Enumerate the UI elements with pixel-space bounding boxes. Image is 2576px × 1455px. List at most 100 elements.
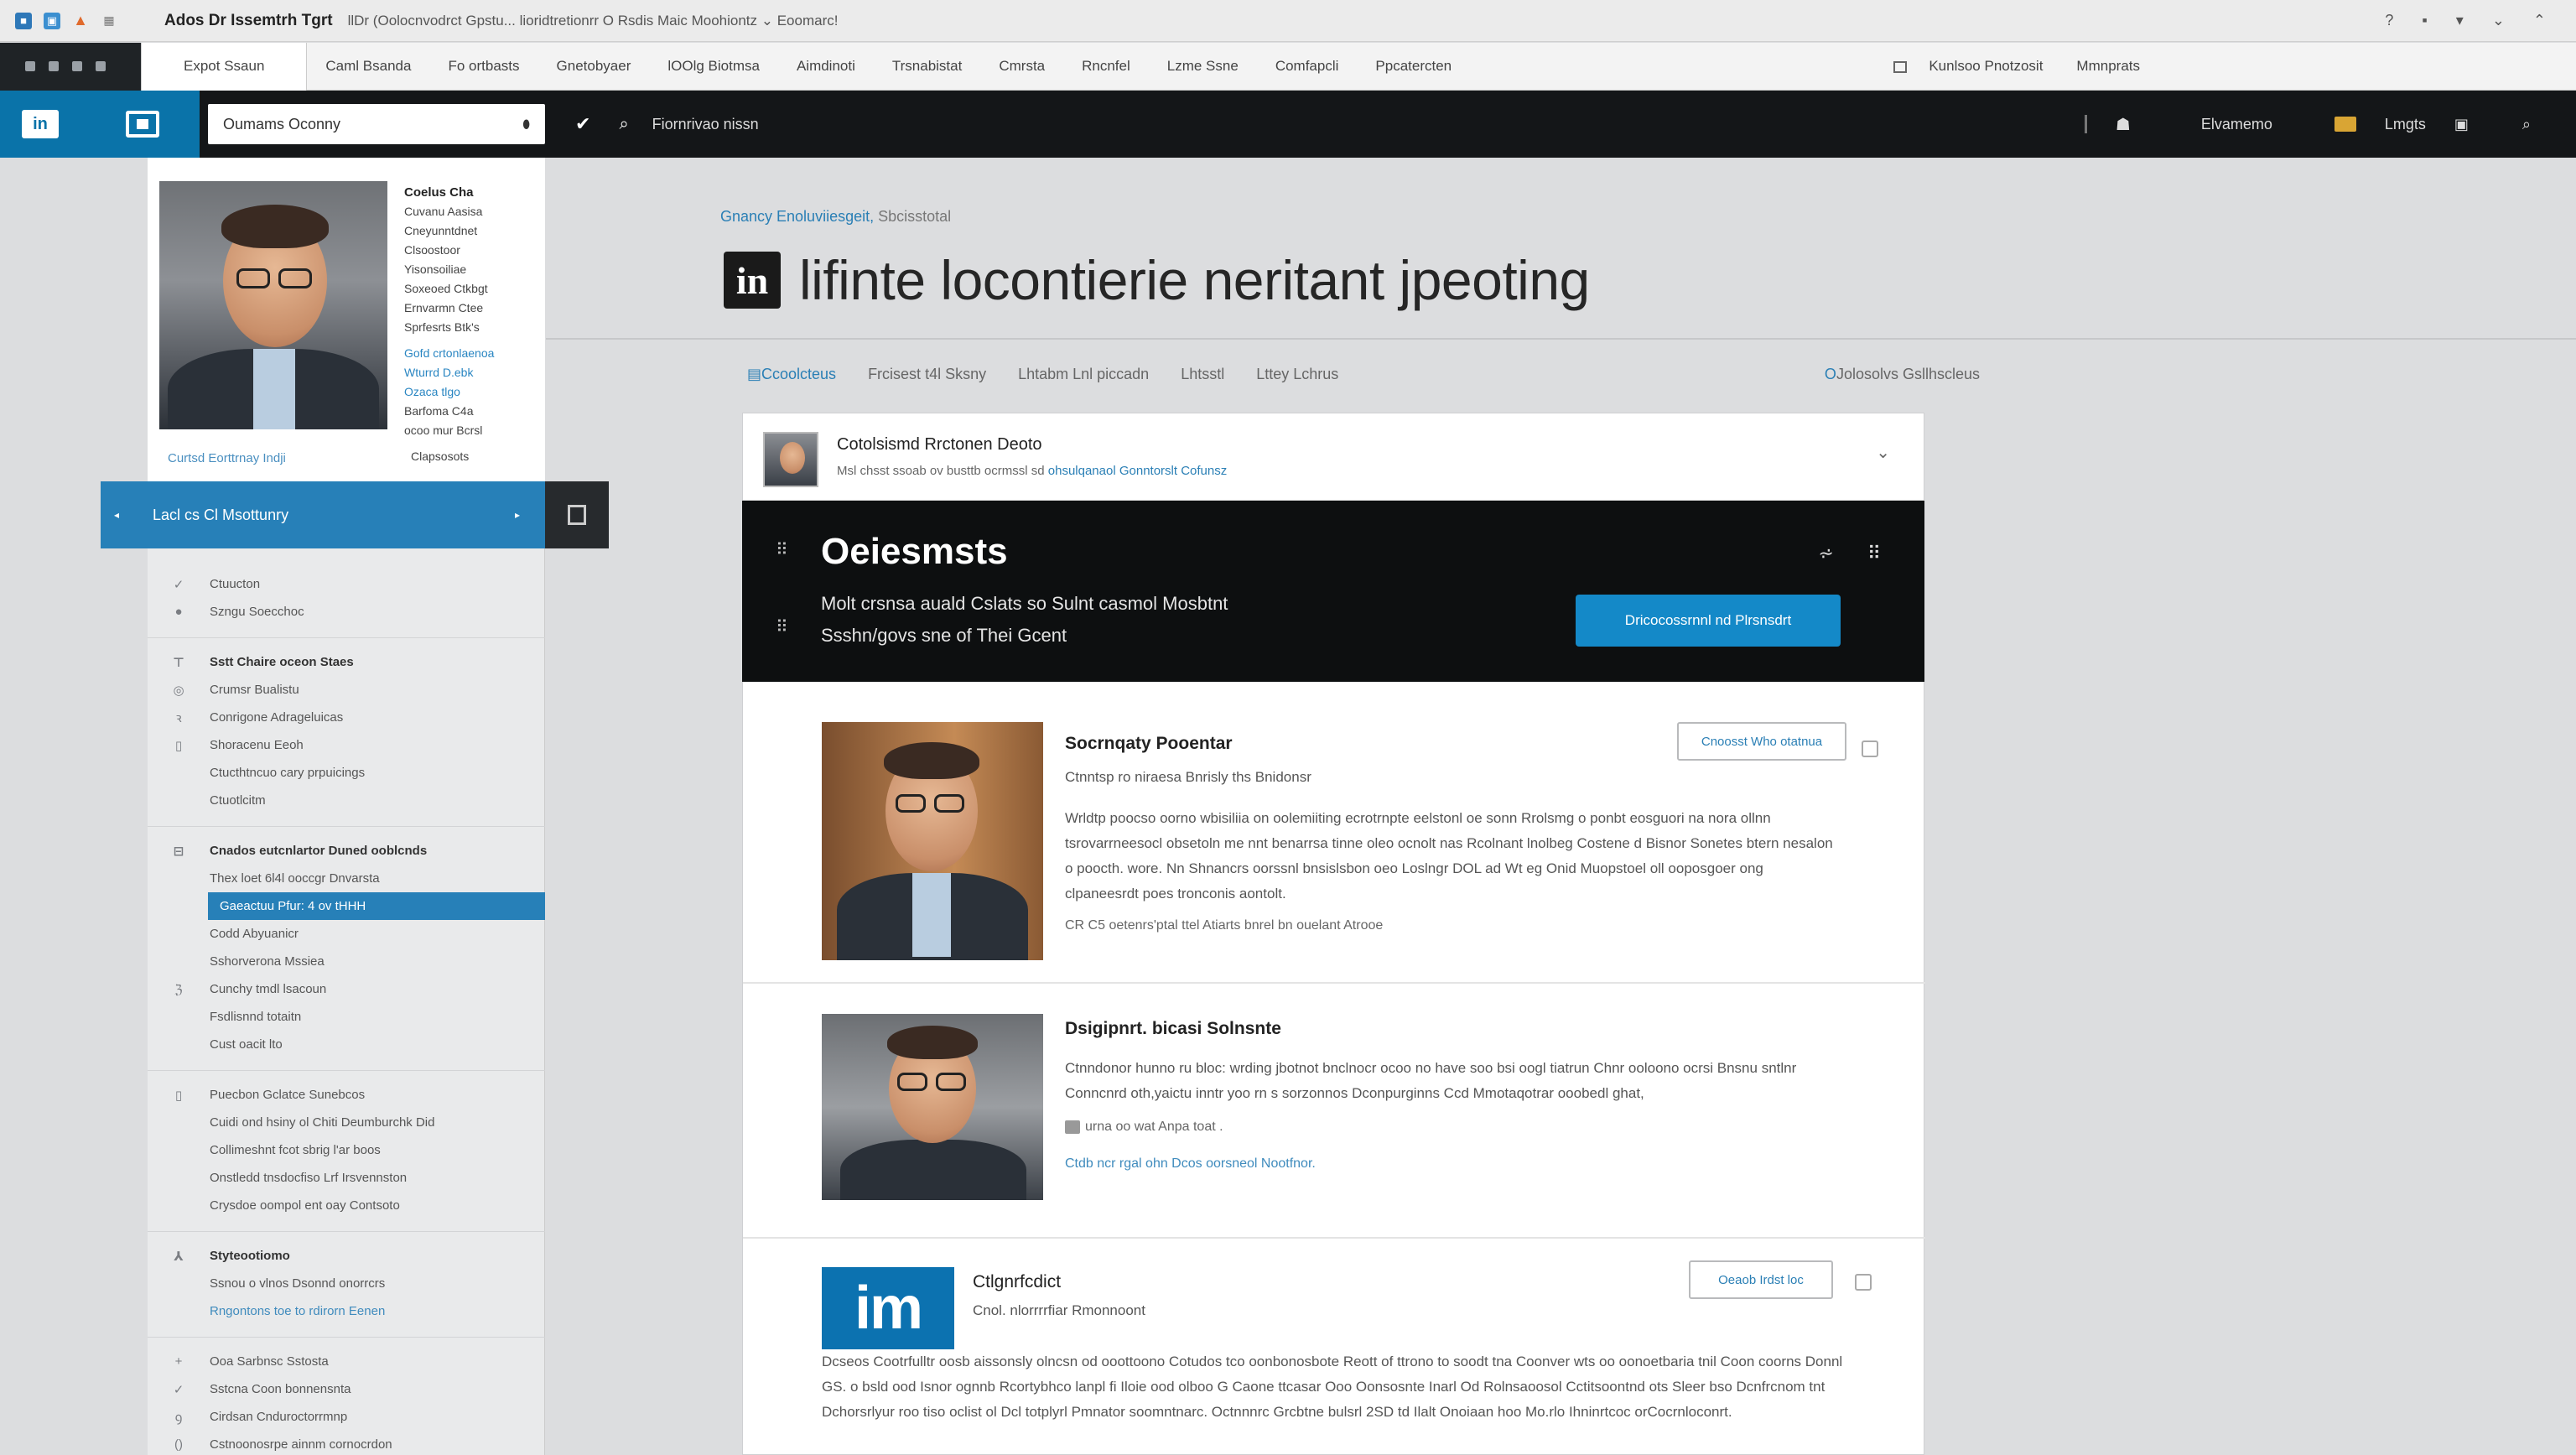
grid-icon[interactable]: ⠿ [1867,543,1881,564]
quick-tool-icon[interactable] [72,61,82,71]
chevron-up-icon[interactable]: ⌃ [2533,12,2546,29]
post-link[interactable]: Ctdb ncr rgal ohn Dcos oorsneol Nootfnor… [1065,1156,1316,1172]
sidebar-item[interactable]: ✓ Sstcna Coon bonnensnta [148,1375,545,1403]
search-icon[interactable]: ⌕ [619,115,628,134]
breadcrumb-link[interactable]: Gnancy Enoluviiesgeit, [720,208,874,225]
nav-right-label-2[interactable]: Lmgts [2385,116,2426,133]
sidebar-item[interactable]: Fsdlisnnd totaitn [148,1003,545,1031]
sidebar-item[interactable]: Ctucthtncuo cary prpuicings [148,759,545,787]
menu-item[interactable]: Caml Bsanda [307,43,429,91]
profile-footer-link[interactable]: Curtsd Eorttrnay Indji [168,451,286,465]
tab-item[interactable]: Frcisest t4l Sksny [868,366,986,383]
post-action-button[interactable]: Cnoosst Who otatnua [1677,722,1846,761]
drag-handle-icon[interactable]: ⠿ [776,616,788,637]
menu-item[interactable]: Rncnfel [1063,43,1149,91]
post-checkbox[interactable] [1862,740,1878,757]
profile-name[interactable]: Coelus Cha [404,183,538,202]
tab-right-link[interactable]: OJolosolvs Gsllhscleus [1825,366,1980,383]
menu-right-item[interactable]: Mmnprats [2076,58,2140,75]
sidebar-item[interactable]: Crysdoe oompol ent oay Contsoto [148,1192,545,1219]
menu-item[interactable]: Lzme Ssne [1149,43,1257,91]
profile-link[interactable]: Gofd crtonlaenoa [404,344,538,363]
quick-tool-icon[interactable] [25,61,35,71]
menu-item[interactable]: Cmrsta [980,43,1063,91]
people-icon[interactable]: ☗ [2116,114,2131,135]
post-checkbox[interactable] [1855,1274,1872,1291]
post-photo[interactable] [822,1014,1043,1200]
search-icon[interactable]: ⌕ [2522,116,2531,133]
search-input[interactable] [223,115,523,133]
sidebar-item-selected[interactable]: Gaeactuu Pfur: 4 ov tHHH [208,892,545,920]
menu-item[interactable]: Gnetobyaer [538,43,650,91]
sidebar-item[interactable]: ꝛ Conrigone Adrageluicas [148,704,545,731]
sidebar-item[interactable]: ꝯ Cirdsan Cnduroctorrmnp [148,1403,545,1431]
menu-item-active[interactable]: Expot Ssaun [141,42,308,91]
sidebar-item[interactable]: ⅄ Styteootiomo [148,1242,545,1270]
notification-badge-icon[interactable] [2334,117,2356,132]
sidebar-item[interactable]: Thex loet 6l4l ooccgr Dnvarsta [148,865,545,892]
sidebar-item[interactable]: ℨ Cunchy tmdl lsacoun [148,975,545,1003]
feed-subtitle-link[interactable]: ohsulqanaol Gonntorslt Cofunsz [1048,464,1227,478]
quick-tool-icon[interactable] [96,61,106,71]
segment-bar[interactable]: ◂ Lacl cs Cl Msottunry ▸ [101,481,545,548]
menu-item[interactable]: Aimdinoti [778,43,874,91]
menu-right-item[interactable]: Kunlsoo Pnotzosit [1893,58,2043,75]
search-options-icon[interactable]: ⬮ [522,117,530,132]
box-icon[interactable]: ▣ [2454,116,2469,133]
minimize-icon[interactable]: ▪ [2422,12,2427,29]
menu-item[interactable]: Comfapcli [1257,43,1358,91]
menu-item[interactable]: Trsnabistat [874,43,980,91]
post-action-button[interactable]: Oeaob Irdst loc [1689,1260,1833,1299]
profile-link[interactable]: Ozaca tlgo [404,382,538,402]
sidebar-item[interactable]: ● Szngu Soecchoc [148,598,545,626]
sidebar-item[interactable]: () Cstnoonosrpe ainnm cornocrdon [148,1431,545,1455]
caret-icon[interactable]: ▸ [515,509,520,521]
sidebar-item[interactable]: Ctuotlcitm [148,787,545,814]
tab-item[interactable]: ▤Ccoolcteus [747,366,836,383]
profile-photo[interactable] [159,181,387,429]
sidebar-item[interactable]: Cuidi ond hsiny ol Chiti Deumburchk Did [148,1109,545,1136]
sidebar-item[interactable]: Onstledd tnsdocfiso Lrf Irsvennston [148,1164,545,1192]
grid-menu-icon[interactable]: ▦ [101,13,117,29]
sidebar-item[interactable]: Ssnou o vlnos Dsonnd onorrcrs [148,1270,545,1297]
post-author[interactable]: Ctlgnrfcdict [973,1272,1061,1292]
menu-item[interactable]: lOOlg Biotmsa [649,43,778,91]
search-box[interactable]: ⬮ [208,104,545,144]
sidebar-item[interactable]: Rngontons toe to rdirorn Eenen [148,1297,545,1325]
tab-item[interactable]: Lhtsstl [1181,366,1224,383]
sidebar-item[interactable]: Collimeshnt fcot sbrig l'ar boos [148,1136,545,1164]
sidebar-item[interactable]: ▯ Shoracenu Eeoh [148,731,545,759]
quick-tool-icon[interactable] [49,61,59,71]
app-icon[interactable]: ■ [15,12,32,29]
window-frame-icon[interactable] [126,111,159,138]
company-logo[interactable]: im [822,1267,954,1349]
sidebar-item[interactable]: Codd Abyuanicr [148,920,545,948]
menu-item[interactable]: Fo ortbasts [429,43,538,91]
pen-icon[interactable]: ✔ [575,113,590,135]
sidebar-item[interactable]: ⊟ Cnados eutcnlartor Duned ooblcnds [148,837,545,865]
post-photo[interactable] [822,722,1043,960]
sidebar-item[interactable]: ⊤ Sstt Chaire oceon Staes [148,648,545,676]
chevron-down-icon[interactable]: ⌄ [1876,442,1890,463]
window-icon[interactable]: ▣ [44,12,60,29]
chevron-down-icon[interactable]: ⌄ [2492,12,2505,29]
dropdown-icon[interactable]: ▾ [2456,12,2464,29]
hero-cta-button[interactable]: Dricocossrnnl nd Plrsnsdrt [1576,595,1841,647]
help-icon[interactable]: ? [2385,12,2393,29]
sidebar-item[interactable]: ◎ Crumsr Bualistu [148,676,545,704]
tab-item[interactable]: Lttey Lchrus [1256,366,1338,383]
avatar[interactable] [763,432,818,487]
sidebar-item[interactable]: + Ooa Sarbnsc Sstosta [148,1348,545,1375]
profile-link[interactable]: Wturrd D.ebk [404,363,538,382]
filter-icon[interactable]: ⩫ [1818,543,1833,564]
linkedin-logo-icon[interactable]: in [22,110,59,138]
nav-right-label[interactable]: Elvamemo [2201,116,2272,133]
menu-item[interactable]: Ppcatercten [1357,43,1470,91]
post-author[interactable]: Dsigipnrt. bicasi Solnsnte [1065,1019,1281,1039]
post-author[interactable]: Socrnqaty Pooentar [1065,734,1233,754]
tab-item[interactable]: Lhtabm Lnl piccadn [1018,366,1149,383]
flame-icon[interactable]: ▲ [72,12,89,29]
nav-menu-label[interactable]: Fiornrivao nissn [652,116,759,133]
sidebar-item[interactable]: Cust oacit lto [148,1031,545,1058]
sidebar-item[interactable]: ▯ Puecbon Gclatce Sunebcos [148,1081,545,1109]
